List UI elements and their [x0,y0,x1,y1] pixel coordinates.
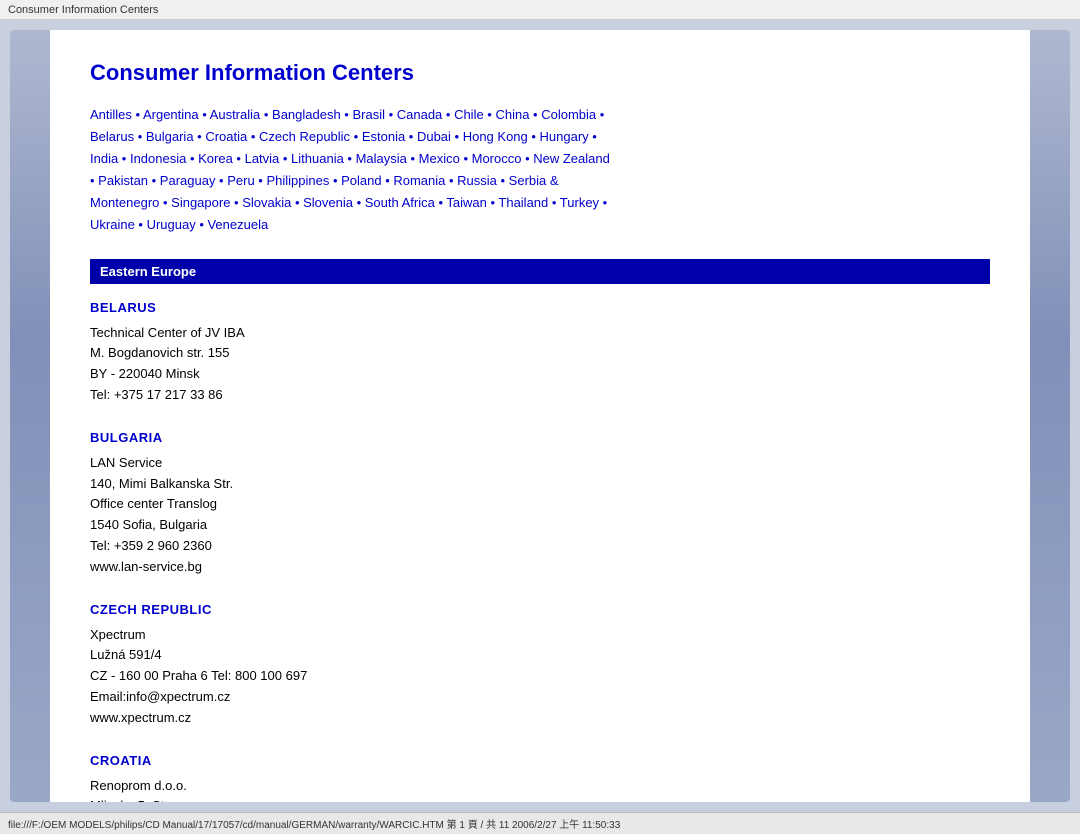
country-title: BELARUS [90,300,990,315]
section-header: Eastern Europe [90,259,990,284]
sidebar-left [10,30,50,802]
title-bar-text: Consumer Information Centers [8,4,158,16]
country-title: BULGARIA [90,430,990,445]
status-bar-text: file:///F:/OEM MODELS/philips/CD Manual/… [8,816,620,831]
country-section: CZECH REPUBLIC Xpectrum Lužná 591/4 CZ - … [90,602,990,729]
title-bar: Consumer Information Centers [0,0,1080,20]
links-line-2: Belarus • Bulgaria • Croatia • Czech Rep… [90,126,990,148]
links-line-4: • Pakistan • Paraguay • Peru • Philippin… [90,170,990,192]
country-info: LAN Service 140, Mimi Balkanska Str. Off… [90,453,990,578]
country-section: BELARUS Technical Center of JV IBA M. Bog… [90,300,990,406]
links-line-3: India • Indonesia • Korea • Latvia • Lit… [90,148,990,170]
content-area: Consumer Information Centers Antilles • … [50,30,1030,802]
country-info: Renoprom d.o.o. Mlinska 5, Strmec HR - 4… [90,776,990,802]
page-title: Consumer Information Centers [90,60,990,86]
countries-container: BELARUS Technical Center of JV IBA M. Bog… [90,300,990,802]
country-title: CZECH REPUBLIC [90,602,990,617]
country-info: Technical Center of JV IBA M. Bogdanovic… [90,323,990,406]
country-title: CROATIA [90,753,990,768]
country-info: Xpectrum Lužná 591/4 CZ - 160 00 Praha 6… [90,625,990,729]
browser-outer: Consumer Information Centers Antilles • … [0,20,1080,812]
links-line-5: Montenegro • Singapore • Slovakia • Slov… [90,192,990,214]
links-line-6: Ukraine • Uruguay • Venezuela [90,214,990,236]
links-line-1: Antilles • Argentina • Australia • Bangl… [90,104,990,126]
links-section: Antilles • Argentina • Australia • Bangl… [90,104,990,237]
status-bar: file:///F:/OEM MODELS/philips/CD Manual/… [0,812,1080,834]
country-section: BULGARIA LAN Service 140, Mimi Balkanska … [90,430,990,578]
country-section: CROATIA Renoprom d.o.o. Mlinska 5, Strmec… [90,753,990,802]
sidebar-right [1030,30,1070,802]
sidebar-right-outer: Consumer Information Centers Antilles • … [50,30,1070,802]
